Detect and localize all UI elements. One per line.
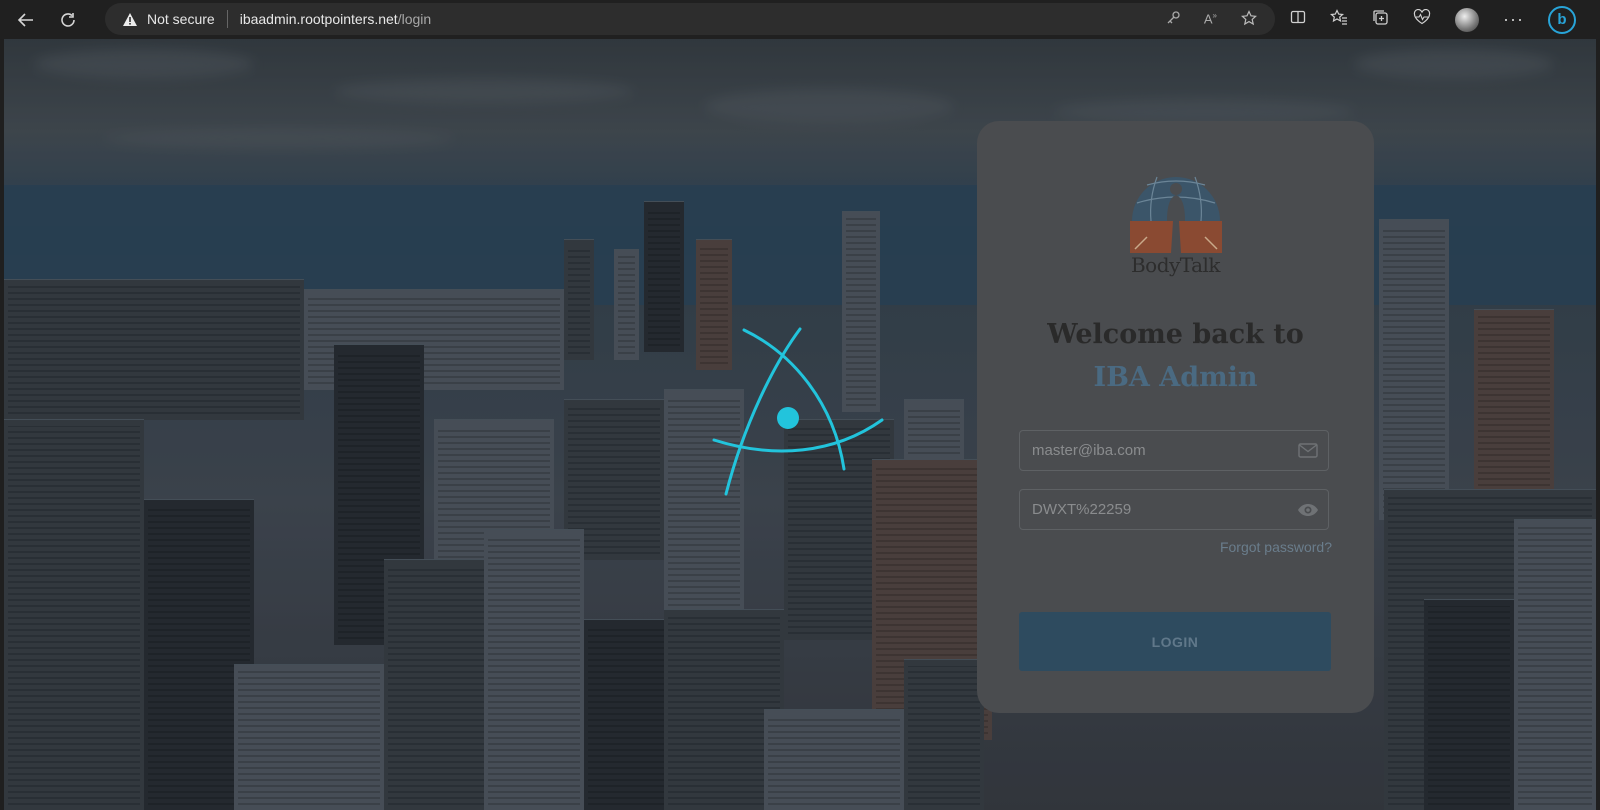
- split-screen-icon[interactable]: [1290, 9, 1306, 30]
- refresh-icon[interactable]: [50, 2, 86, 38]
- browser-toolbar: Not secure ibaadmin.rootpointers.net/log…: [0, 0, 1600, 39]
- email-field[interactable]: [1019, 430, 1329, 471]
- login-card: BodyTalk Welcome back to IBA Admin Forgo…: [977, 121, 1374, 713]
- more-options-icon[interactable]: ···: [1503, 9, 1524, 30]
- bing-chat-icon[interactable]: b: [1547, 5, 1576, 34]
- password-field[interactable]: [1019, 489, 1329, 530]
- key-icon[interactable]: [1166, 10, 1180, 28]
- welcome-heading: Welcome back to: [1047, 319, 1304, 350]
- password-input[interactable]: [1020, 500, 1288, 519]
- mail-icon: [1288, 443, 1328, 458]
- security-status[interactable]: Not secure: [147, 11, 215, 27]
- login-button[interactable]: LOGIN: [1019, 612, 1331, 671]
- favorites-icon[interactable]: [1329, 9, 1348, 30]
- divider: [226, 10, 228, 28]
- read-aloud-icon[interactable]: A»: [1204, 11, 1217, 26]
- brand-name: BodyTalk: [1130, 253, 1221, 277]
- address-bar[interactable]: Not secure ibaadmin.rootpointers.net/log…: [105, 3, 1275, 35]
- profile-avatar[interactable]: [1455, 7, 1479, 32]
- loading-spinner-icon: [712, 327, 884, 496]
- favorite-star-icon[interactable]: [1241, 9, 1257, 29]
- eye-icon[interactable]: [1288, 503, 1328, 517]
- forgot-password-link[interactable]: Forgot password?: [1220, 539, 1332, 555]
- health-heart-icon[interactable]: [1413, 8, 1431, 30]
- url-path: /login: [397, 11, 432, 27]
- collections-icon[interactable]: [1372, 9, 1389, 31]
- email-input[interactable]: [1020, 441, 1288, 460]
- app-name-heading: IBA Admin: [1093, 362, 1258, 393]
- warning-icon[interactable]: [121, 10, 139, 28]
- url-host: ibaadmin.rootpointers.net: [239, 11, 398, 27]
- back-icon[interactable]: [8, 2, 44, 38]
